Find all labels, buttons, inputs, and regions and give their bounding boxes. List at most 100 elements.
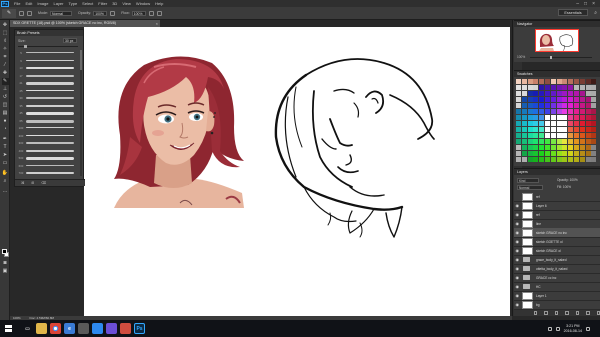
color-swatch[interactable] bbox=[521, 145, 527, 150]
color-swatch[interactable] bbox=[527, 127, 533, 132]
color-swatch[interactable] bbox=[568, 127, 574, 132]
color-swatch[interactable] bbox=[545, 103, 550, 108]
navigator-zoom-thumb[interactable] bbox=[550, 55, 552, 59]
color-swatch[interactable] bbox=[579, 133, 585, 138]
color-swatch[interactable] bbox=[545, 157, 550, 162]
foreground-color-swatch[interactable] bbox=[1, 249, 7, 254]
color-swatch[interactable] bbox=[556, 97, 562, 102]
blend-mode-select[interactable]: Normal bbox=[517, 185, 543, 190]
mail-icon[interactable] bbox=[92, 323, 103, 334]
color-swatch[interactable] bbox=[568, 133, 574, 138]
color-swatch[interactable] bbox=[516, 151, 521, 156]
lasso-tool-icon[interactable]: ℓ bbox=[2, 38, 9, 45]
color-swatch[interactable] bbox=[579, 115, 585, 120]
layers-opacity[interactable]: Opacity: 100% bbox=[556, 178, 596, 183]
brush-preset-item[interactable]: 13 bbox=[17, 65, 81, 72]
brush-preset-item[interactable]: 5 bbox=[17, 50, 81, 57]
color-swatch[interactable] bbox=[585, 115, 591, 120]
color-swatch[interactable] bbox=[533, 91, 539, 96]
color-swatch[interactable] bbox=[545, 115, 550, 120]
layer-filter-kind[interactable]: Kind bbox=[517, 178, 539, 183]
color-swatch[interactable] bbox=[533, 109, 539, 114]
color-swatch[interactable] bbox=[591, 145, 597, 150]
link-layers-icon[interactable] bbox=[534, 311, 538, 315]
color-swatch[interactable] bbox=[562, 79, 568, 84]
visibility-eye-icon[interactable]: ◉ bbox=[516, 275, 520, 280]
color-swatch[interactable] bbox=[545, 139, 550, 144]
color-swatch[interactable] bbox=[579, 121, 585, 126]
color-swatch[interactable] bbox=[533, 127, 539, 132]
color-swatch[interactable] bbox=[585, 97, 591, 102]
brush-preset-item[interactable]: 300 bbox=[17, 140, 81, 147]
brush-list-scrollbar[interactable] bbox=[80, 50, 82, 176]
color-swatch[interactable] bbox=[545, 121, 550, 126]
brush-picker-icon[interactable] bbox=[19, 10, 24, 16]
color-swatch[interactable] bbox=[574, 145, 579, 150]
brush-panel-toggle-icon[interactable]: ⌘ bbox=[21, 181, 24, 185]
color-swatch[interactable] bbox=[539, 127, 545, 132]
color-swatch[interactable] bbox=[562, 139, 568, 144]
maximize-icon[interactable]: □ bbox=[584, 1, 587, 7]
visibility-eye-icon[interactable]: ◉ bbox=[516, 203, 520, 208]
color-swatch[interactable] bbox=[574, 103, 579, 108]
color-swatch[interactable] bbox=[574, 85, 579, 90]
navigator-zoom-value[interactable]: 100% bbox=[517, 55, 525, 59]
color-swatch[interactable] bbox=[527, 109, 533, 114]
media-icon[interactable] bbox=[106, 323, 117, 334]
edge-icon[interactable]: e bbox=[64, 323, 75, 334]
color-swatch[interactable] bbox=[545, 85, 550, 90]
shape-tool-icon[interactable]: ▭ bbox=[2, 160, 9, 167]
brush-preset-item[interactable]: 200 bbox=[17, 133, 81, 140]
visibility-eye-icon[interactable]: ◉ bbox=[516, 248, 520, 253]
color-swatch[interactable] bbox=[556, 127, 562, 132]
brush-tool-icon[interactable]: ✎ bbox=[1, 78, 9, 85]
color-swatch[interactable] bbox=[539, 115, 545, 120]
color-swatch[interactable] bbox=[568, 109, 574, 114]
layers-fill[interactable]: Fill: 100% bbox=[556, 185, 596, 190]
color-swatch[interactable] bbox=[516, 97, 521, 102]
color-swatch[interactable] bbox=[533, 139, 539, 144]
color-swatch[interactable] bbox=[550, 103, 556, 108]
color-swatch[interactable] bbox=[568, 157, 574, 162]
color-swatch[interactable] bbox=[521, 103, 527, 108]
close-icon[interactable]: × bbox=[592, 1, 595, 7]
color-swatch[interactable] bbox=[579, 157, 585, 162]
visibility-eye-icon[interactable]: ◉ bbox=[516, 230, 520, 235]
visibility-eye-icon[interactable] bbox=[516, 195, 520, 199]
color-swatch[interactable] bbox=[545, 151, 550, 156]
color-swatch[interactable] bbox=[574, 133, 579, 138]
swatches-title[interactable]: Swatches bbox=[514, 71, 600, 77]
store-icon[interactable] bbox=[78, 323, 89, 334]
color-swatch[interactable] bbox=[521, 127, 527, 132]
navigator-title[interactable]: Navigator bbox=[514, 21, 600, 27]
quick-select-tool-icon[interactable]: ✧ bbox=[2, 46, 9, 53]
color-swatch[interactable] bbox=[521, 79, 527, 84]
brush-preset-item[interactable]: 400 bbox=[17, 148, 81, 155]
app-icon[interactable] bbox=[120, 323, 131, 334]
clone-stamp-tool-icon[interactable]: ⊥ bbox=[2, 86, 9, 93]
brush-list-scroll-thumb[interactable] bbox=[80, 50, 82, 70]
visibility-eye-icon[interactable]: ◉ bbox=[516, 266, 520, 271]
brush-preset-item[interactable]: 30 bbox=[17, 95, 81, 102]
color-swatch[interactable] bbox=[574, 79, 579, 84]
color-swatch[interactable] bbox=[521, 121, 527, 126]
color-swatch[interactable] bbox=[550, 145, 556, 150]
close-document-icon[interactable]: × bbox=[156, 20, 158, 27]
color-swatch[interactable] bbox=[545, 97, 550, 102]
color-swatch[interactable] bbox=[579, 85, 585, 90]
color-swatch[interactable] bbox=[545, 133, 550, 138]
color-swatch[interactable] bbox=[591, 79, 597, 84]
color-swatch[interactable] bbox=[579, 103, 585, 108]
color-swatch[interactable] bbox=[574, 91, 579, 96]
color-swatch[interactable] bbox=[556, 145, 562, 150]
color-swatch[interactable] bbox=[550, 79, 556, 84]
color-swatch[interactable] bbox=[533, 115, 539, 120]
color-swatch[interactable] bbox=[527, 91, 533, 96]
color-swatch[interactable] bbox=[516, 85, 521, 90]
menu-type[interactable]: Type bbox=[69, 1, 78, 6]
visibility-eye-icon[interactable]: ◉ bbox=[516, 239, 520, 244]
layers-title[interactable]: Layers bbox=[514, 169, 600, 175]
search-icon[interactable]: ⌕ bbox=[594, 10, 597, 16]
color-swatch[interactable] bbox=[585, 157, 591, 162]
color-swatch[interactable] bbox=[562, 115, 568, 120]
